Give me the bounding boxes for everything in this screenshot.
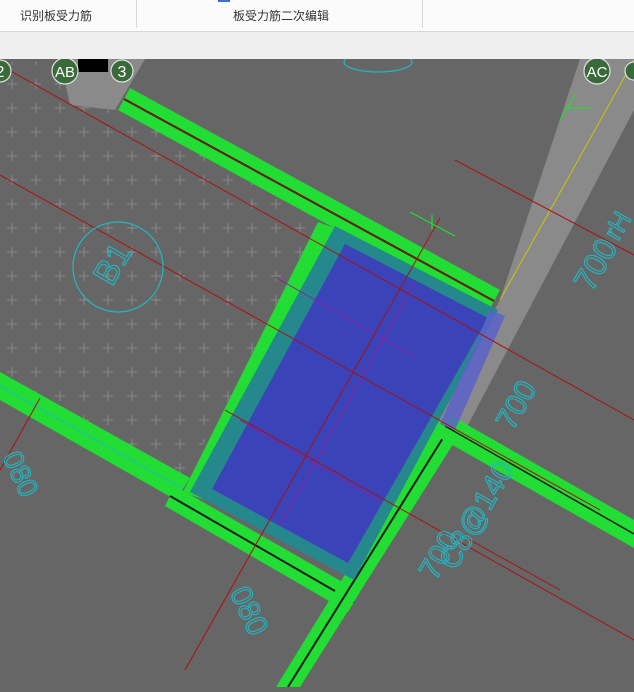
tab-label: 识别板受力筋 (19, 9, 92, 23)
drawing-canvas[interactable]: B1 700 rH 700 C8@140 700 080 080 2 AB 3 … (0, 59, 634, 687)
cad-viewport[interactable]: B1 700 rH 700 C8@140 700 080 080 2 AB 3 … (0, 59, 634, 687)
black-block (78, 59, 108, 72)
svg-text:AB: AB (55, 64, 75, 81)
svg-text:3: 3 (118, 64, 127, 81)
tab-identify-slab-rebar[interactable]: 识别板受力筋 (0, 0, 112, 31)
tab-label: 板受力筋二次编辑 (232, 9, 329, 23)
svg-text:AC: AC (587, 64, 608, 81)
command-strip (0, 32, 634, 60)
toolbar-divider (422, 0, 423, 28)
axis-bubble-3[interactable]: 3 (110, 59, 134, 83)
axis-bubble-ab[interactable]: AB (51, 59, 79, 85)
tab-slab-rebar-edit[interactable]: 板受力筋二次编辑 (196, 0, 366, 31)
toolbar-divider (136, 0, 137, 28)
axis-bubble-ac[interactable]: AC (583, 59, 611, 85)
tab-indicator (218, 0, 230, 2)
ribbon-toolbar: 识别板受力筋 板受力筋二次编辑 (0, 0, 634, 32)
svg-text:2: 2 (0, 64, 5, 81)
